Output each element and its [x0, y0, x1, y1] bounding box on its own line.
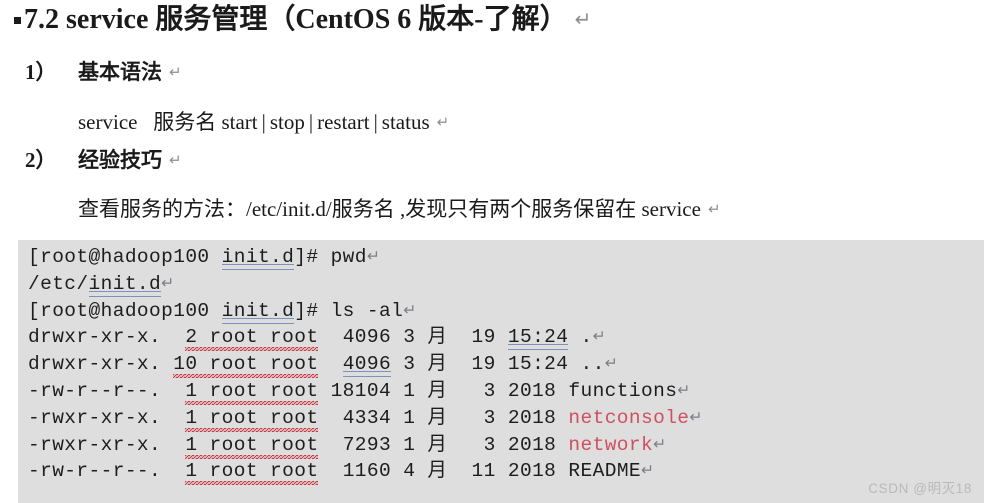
syntax-opt-status: status	[381, 110, 430, 134]
file-month: 1 月	[403, 380, 448, 402]
return-mark-icon: ↵	[366, 248, 381, 265]
terminal-listing-row: drwxr-xr-x. 2 root root 4096 3 月 19 15:2…	[28, 324, 606, 351]
list-title-2: 经验技巧 ↵	[78, 147, 182, 174]
file-month: 1 月	[403, 406, 448, 429]
tip-line-text: 查看服务的方法：/etc/init.d/服务名 ,发现只有两个服务保留在 ser…	[78, 197, 701, 221]
file-permissions: -rw-r--r--.	[28, 460, 162, 483]
file-size: 1160	[342, 460, 392, 483]
terminal-text: ]# ls -al	[294, 299, 404, 322]
file-size: 18104	[330, 380, 392, 402]
bullet-square-icon	[14, 17, 21, 24]
grammar-underlined-path: init.d	[88, 272, 162, 295]
return-mark-icon: ↵	[169, 153, 182, 169]
file-owner-group: 1 root root	[185, 380, 319, 402]
terminal-listing-row: drwxr-xr-x. 10 root root 4096 3 月 19 15:…	[28, 351, 618, 378]
file-month: 1 月	[403, 433, 448, 456]
file-day: 11	[471, 460, 496, 483]
return-mark-icon: ↵	[641, 462, 655, 480]
file-name: ..	[580, 353, 605, 376]
file-month: 4 月	[403, 460, 448, 483]
terminal-text: [root@hadoop100	[28, 299, 222, 322]
file-name: functions	[568, 380, 678, 402]
syntax-separator: |	[308, 110, 314, 134]
terminal-line-output-pwd: /etc/init.d↵	[28, 271, 175, 298]
document-outline-area: 7.2 service 服务管理（CentOS 6 版本-了解） ↵ 1） 基本语…	[0, 0, 984, 240]
file-day: 3	[483, 406, 496, 429]
syntax-line: service 服务名 start | stop | restart | status ↵	[78, 109, 449, 136]
syntax-separator: |	[373, 110, 378, 134]
syntax-command: service	[78, 110, 138, 134]
terminal-listing-row: -rw-r--r--. 1 root root 1160 4 月 11 2018…	[28, 458, 655, 485]
grammar-underlined-path: init.d	[221, 299, 295, 322]
file-name: netconsole	[568, 406, 690, 429]
file-time: 2018	[507, 406, 557, 429]
terminal-listing-row: -rw-r--r--. 1 root root 18104 1 月 3 2018…	[28, 378, 691, 405]
file-owner-group: 1 root root	[185, 433, 319, 456]
terminal-listing-row: -rwxr-xr-x. 1 root root 7293 1 月 3 2018 …	[28, 432, 667, 459]
return-mark-icon: ↵	[707, 202, 721, 218]
file-size: 4096	[342, 353, 392, 376]
page-title: 7.2 service 服务管理（CentOS 6 版本-了解） ↵	[14, 2, 592, 38]
file-time: 2018	[507, 380, 557, 402]
syntax-arg: 服务名	[153, 110, 217, 134]
page-title-text: 7.2 service 服务管理（CentOS 6 版本-了解）	[24, 4, 568, 35]
file-size: 7293	[342, 433, 392, 456]
terminal-line-prompt-pwd: [root@hadoop100 init.d]# pwd↵	[28, 244, 380, 271]
syntax-opt-restart: restart	[317, 110, 370, 134]
file-month: 3 月	[403, 353, 448, 376]
terminal-listing-row: -rwxr-xr-x. 1 root root 4334 1 月 3 2018 …	[28, 405, 703, 432]
file-owner-group: 1 root root	[185, 460, 319, 483]
file-permissions: drwxr-xr-x.	[28, 326, 162, 349]
terminal-text: [root@hadoop100	[28, 246, 222, 268]
file-permissions: drwxr-xr-x.	[28, 353, 162, 376]
file-permissions: -rw-r--r--.	[28, 380, 162, 402]
terminal-line-prompt-ls: [root@hadoop100 init.d]# ls -al↵	[28, 298, 417, 325]
return-mark-icon: ↵	[677, 382, 691, 399]
list-title-1-text: 基本语法	[78, 60, 162, 84]
file-permissions: -rwxr-xr-x.	[28, 433, 162, 456]
terminal-text: ]# pwd	[294, 246, 367, 268]
return-mark-icon: ↵	[653, 435, 667, 453]
list-number-2: 2）	[25, 148, 57, 172]
terminal-code-block: [root@hadoop100 init.d]# pwd↵/etc/init.d…	[18, 240, 984, 503]
file-time: 2018	[507, 460, 557, 483]
file-time: 15:24	[507, 326, 569, 349]
terminal-text: /etc/	[28, 272, 89, 295]
file-name: network	[568, 433, 654, 456]
watermark: CSDN @明灭18	[868, 481, 972, 496]
return-mark-icon: ↵	[169, 65, 182, 81]
list-number-1: 1）	[25, 60, 57, 84]
tip-line: 查看服务的方法：/etc/init.d/服务名 ,发现只有两个服务保留在 ser…	[78, 196, 721, 223]
file-size: 4096	[342, 326, 392, 349]
file-owner-group: 1 root root	[185, 406, 319, 429]
list-title-2-text: 经验技巧	[78, 148, 162, 172]
file-time: 2018	[507, 433, 557, 456]
file-name: .	[580, 326, 593, 349]
return-mark-icon: ↵	[403, 301, 417, 319]
file-day: 19	[471, 353, 496, 376]
return-mark-icon: ↵	[574, 9, 592, 31]
return-mark-icon: ↵	[592, 328, 607, 346]
grammar-underlined-path: init.d	[221, 246, 295, 268]
syntax-opt-start: start	[221, 110, 258, 134]
file-name: README	[568, 460, 642, 483]
file-owner-group: 10 root root	[173, 353, 319, 376]
syntax-opt-stop: stop	[269, 110, 305, 134]
return-mark-icon: ↵	[689, 408, 703, 426]
file-time: 15:24	[507, 353, 569, 376]
return-mark-icon: ↵	[436, 115, 450, 131]
syntax-separator: |	[261, 110, 266, 134]
file-owner-group: 2 root root	[185, 326, 319, 349]
list-title-1: 基本语法 ↵	[78, 59, 182, 86]
file-day: 3	[483, 380, 496, 402]
file-permissions: -rwxr-xr-x.	[28, 406, 162, 429]
return-mark-icon: ↵	[604, 355, 619, 373]
file-day: 3	[483, 433, 496, 456]
file-size: 4334	[342, 406, 392, 429]
file-month: 3 月	[403, 326, 448, 349]
return-mark-icon: ↵	[161, 274, 175, 292]
file-day: 19	[471, 326, 496, 349]
